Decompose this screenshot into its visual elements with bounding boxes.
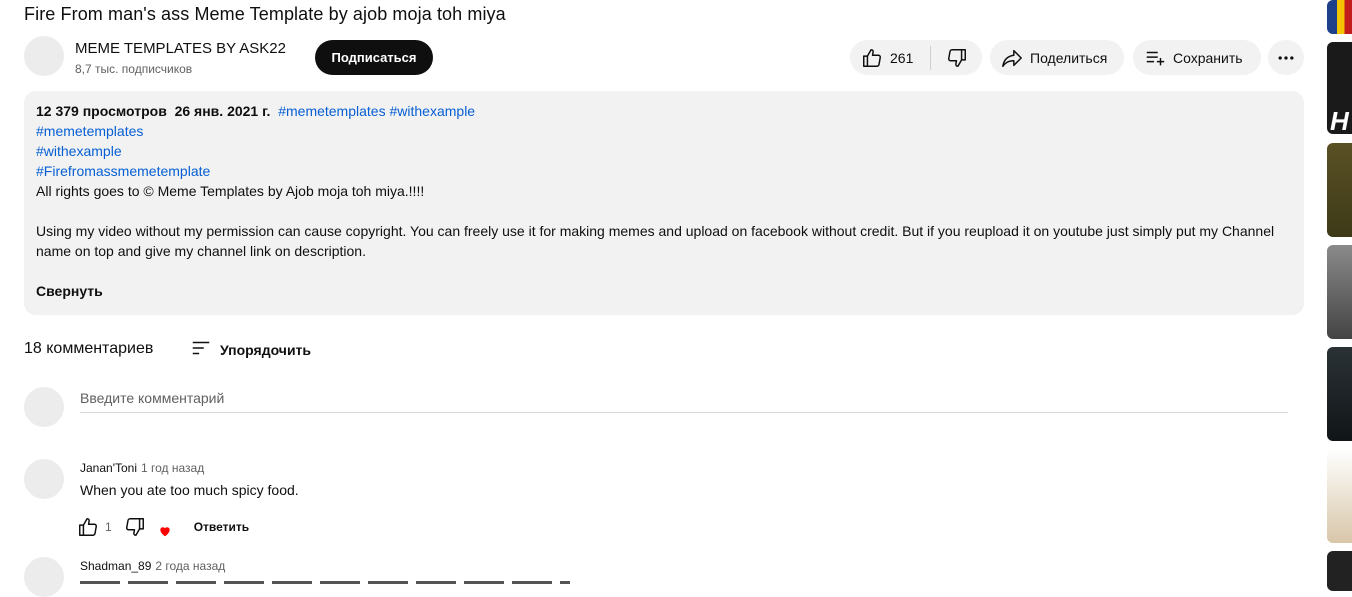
comment-time[interactable]: 1 год назад [141,461,204,475]
sort-label: Упорядочить [220,341,312,358]
comment-author[interactable]: Shadman_89 [80,559,151,573]
recommended-thumbnail[interactable] [1327,0,1352,34]
view-count: 12 379 просмотров [36,103,167,119]
recommended-thumbnail[interactable] [1327,449,1352,543]
recommended-thumbnail[interactable] [1327,143,1352,237]
recommended-thumbnail[interactable] [1327,245,1352,339]
hashtag-link[interactable]: #withexample [36,141,1292,161]
description-meta: 12 379 просмотров 26 янв. 2021 г. #memet… [36,101,1292,121]
thumbs-up-icon [860,46,884,70]
header-hashtag[interactable]: #memetemplates [278,103,385,119]
description-box[interactable]: 12 379 просмотров 26 янв. 2021 г. #memet… [24,91,1304,315]
share-button[interactable]: Поделиться [990,40,1124,75]
comment-like-button[interactable] [77,516,99,538]
comments-count: 18 комментариев [24,340,154,357]
comment-like-count: 1 [105,519,112,534]
upload-date: 26 янв. 2021 г. [174,103,271,119]
like-dislike-group: 261 [850,40,982,75]
thumbs-down-icon [125,517,144,536]
description-body: Using my video without my permission can… [36,223,1275,259]
comment-actions: 1 Ответить [77,512,249,541]
comment-header: Shadman_89 2 года назад [80,559,225,573]
comment-avatar[interactable] [24,459,64,499]
comment-input-wrapper [80,386,1288,413]
recommended-thumbnail[interactable] [1327,347,1352,441]
comment-input[interactable] [80,386,1288,410]
channel-name[interactable]: MEME TEMPLATES BY ASK22 [75,40,286,57]
subscribe-button[interactable]: Подписаться [315,40,433,75]
dislike-button[interactable] [931,40,982,75]
like-count: 261 [890,49,914,66]
more-horizontal-icon [1274,46,1298,70]
thumbs-up-icon [79,517,97,536]
subscriber-count: 8,7 тыс. подписчиков [75,62,193,76]
sort-icon [190,337,212,362]
share-arrow-icon [1000,46,1024,70]
header-hashtag[interactable]: #withexample [389,103,475,119]
channel-avatar[interactable] [24,36,64,76]
save-button[interactable]: Сохранить [1133,40,1261,75]
comment-author[interactable]: Janan'Toni [80,461,137,475]
recommended-thumbnail[interactable] [1327,551,1352,591]
playlist-add-icon [1143,46,1167,70]
comment-header: Janan'Toni 1 год назад [80,461,204,475]
comment-time[interactable]: 2 года назад [155,559,225,573]
video-title: Fire From man's ass Meme Template by ajo… [24,4,506,24]
rights-text: All rights goes to © Meme Templates by A… [36,183,425,199]
reply-button[interactable]: Ответить [194,520,249,534]
more-actions-button[interactable] [1268,40,1304,75]
recommended-thumbnail[interactable]: H [1327,42,1352,134]
hashtag-link[interactable]: #memetemplates [36,121,1292,141]
comment-dislike-button[interactable] [124,516,146,538]
thumbs-down-icon [945,46,969,70]
collapse-button[interactable]: Свернуть [36,281,1292,301]
creator-heart-icon [158,524,172,541]
comment-avatar[interactable] [24,557,64,597]
sort-comments-button[interactable]: Упорядочить [190,337,311,362]
comment-text: When you ate too much spicy food. [80,482,299,498]
save-label: Сохранить [1173,49,1243,66]
comment-text-clipped [80,579,570,587]
hashtag-link[interactable]: #Firefromassmemetemplate [36,161,1292,181]
user-avatar [24,387,64,427]
share-label: Поделиться [1030,49,1108,66]
like-button[interactable]: 261 [850,40,930,75]
